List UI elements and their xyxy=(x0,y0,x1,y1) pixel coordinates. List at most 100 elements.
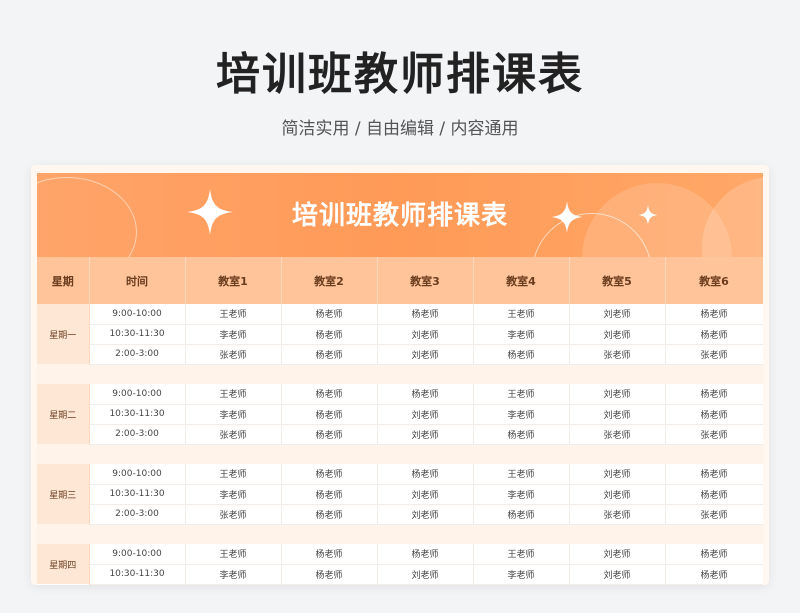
teacher-cell[interactable]: 张老师 xyxy=(665,344,763,365)
teacher-cell[interactable]: 王老师 xyxy=(473,384,570,405)
teacher-cell[interactable]: 张老师 xyxy=(185,344,282,365)
table-row: 10:30-11:30 李老师 杨老师 刘老师 李老师 刘老师 杨老师 xyxy=(37,484,763,505)
teacher-cell[interactable]: 张老师 xyxy=(185,504,282,525)
table-row: 2:00-3:00 张老师 杨老师 刘老师 杨老师 张老师 张老师 xyxy=(37,504,763,525)
time-cell[interactable]: 2:00-3:00 xyxy=(89,344,186,365)
teacher-cell[interactable]: 王老师 xyxy=(185,544,282,565)
teacher-cell[interactable]: 杨老师 xyxy=(281,424,378,445)
teacher-cell[interactable]: 杨老师 xyxy=(281,504,378,525)
time-cell[interactable]: 10:30-11:30 xyxy=(89,404,186,425)
separator-cell xyxy=(37,364,763,384)
teacher-cell[interactable]: 杨老师 xyxy=(665,544,763,565)
teacher-cell[interactable]: 张老师 xyxy=(569,504,666,525)
teacher-cell[interactable]: 杨老师 xyxy=(281,484,378,505)
time-cell[interactable]: 9:00-10:00 xyxy=(89,464,186,485)
teacher-cell[interactable]: 张老师 xyxy=(665,424,763,445)
time-cell[interactable]: 10:30-11:30 xyxy=(89,484,186,505)
time-cell[interactable]: 9:00-10:00 xyxy=(89,544,186,565)
schedule-table-viewport: 星期 时间 教室1 教室2 教室3 教室4 教室5 教室6 星期一 9:00-10… xyxy=(37,257,763,585)
page-title: 培训班教师排课表 xyxy=(216,49,584,100)
teacher-cell[interactable]: 李老师 xyxy=(473,404,570,425)
table-row: 星期一 9:00-10:00 王老师 杨老师 杨老师 王老师 刘老师 杨老师 xyxy=(37,304,763,364)
teacher-cell[interactable]: 王老师 xyxy=(185,384,282,405)
table-row: 10:30-11:30 李老师 杨老师 刘老师 李老师 刘老师 杨老师 xyxy=(37,564,763,585)
teacher-cell[interactable]: 杨老师 xyxy=(665,464,763,485)
header-row: 星期 时间 教室1 教室2 教室3 教室4 教室5 教室6 xyxy=(37,257,763,304)
teacher-cell[interactable]: 刘老师 xyxy=(377,504,474,525)
teacher-cell[interactable]: 杨老师 xyxy=(473,504,570,525)
teacher-cell[interactable]: 张老师 xyxy=(569,344,666,365)
separator-cell xyxy=(37,524,763,544)
teacher-cell[interactable]: 杨老师 xyxy=(665,404,763,425)
teacher-cell[interactable]: 张老师 xyxy=(569,424,666,445)
teacher-cell[interactable]: 杨老师 xyxy=(281,564,378,585)
header-cell: 教室6 xyxy=(665,257,763,304)
teacher-cell[interactable]: 刘老师 xyxy=(377,404,474,425)
teacher-cell[interactable]: 刘老师 xyxy=(569,464,666,485)
teacher-cell[interactable]: 杨老师 xyxy=(281,384,378,405)
teacher-cell[interactable]: 杨老师 xyxy=(281,544,378,565)
teacher-cell[interactable]: 刘老师 xyxy=(569,324,666,345)
header-cell: 教室2 xyxy=(281,257,378,304)
teacher-cell[interactable]: 张老师 xyxy=(665,504,763,525)
teacher-cell[interactable]: 杨老师 xyxy=(473,344,570,365)
teacher-cell[interactable]: 王老师 xyxy=(473,544,570,565)
teacher-cell[interactable]: 李老师 xyxy=(473,324,570,345)
teacher-cell[interactable]: 刘老师 xyxy=(377,324,474,345)
separator-cell xyxy=(37,444,763,464)
teacher-cell[interactable]: 杨老师 xyxy=(377,544,474,565)
teacher-cell[interactable]: 刘老师 xyxy=(569,484,666,505)
teacher-cell[interactable]: 杨老师 xyxy=(473,424,570,445)
teacher-cell[interactable]: 杨老师 xyxy=(665,564,763,585)
teacher-cell[interactable]: 刘老师 xyxy=(377,344,474,365)
teacher-cell[interactable]: 刘老师 xyxy=(569,544,666,565)
teacher-cell[interactable]: 王老师 xyxy=(473,464,570,485)
time-cell[interactable]: 9:00-10:00 xyxy=(89,304,186,325)
teacher-cell[interactable]: 杨老师 xyxy=(281,324,378,345)
teacher-cell[interactable]: 李老师 xyxy=(473,564,570,585)
teacher-cell[interactable]: 李老师 xyxy=(473,484,570,505)
teacher-cell[interactable]: 李老师 xyxy=(185,404,282,425)
time-cell[interactable]: 9:00-10:00 xyxy=(89,384,186,405)
teacher-cell[interactable]: 杨老师 xyxy=(377,384,474,405)
banner-title: 培训班教师排课表 xyxy=(291,201,508,231)
teacher-cell[interactable]: 王老师 xyxy=(185,304,282,325)
teacher-cell[interactable]: 杨老师 xyxy=(377,464,474,485)
teacher-cell[interactable]: 刘老师 xyxy=(569,384,666,405)
teacher-cell[interactable]: 杨老师 xyxy=(281,304,378,325)
time-cell[interactable]: 10:30-11:30 xyxy=(89,324,186,345)
table-row: 10:30-11:30 李老师 杨老师 刘老师 李老师 刘老师 杨老师 xyxy=(37,404,763,425)
teacher-cell[interactable]: 刘老师 xyxy=(377,484,474,505)
time-cell[interactable]: 10:30-11:30 xyxy=(89,564,186,585)
teacher-cell[interactable]: 刘老师 xyxy=(569,304,666,325)
teacher-cell[interactable]: 刘老师 xyxy=(569,404,666,425)
teacher-cell[interactable]: 张老师 xyxy=(185,424,282,445)
day-separator xyxy=(37,364,763,384)
teacher-cell[interactable]: 杨老师 xyxy=(665,484,763,505)
teacher-cell[interactable]: 杨老师 xyxy=(281,464,378,485)
teacher-cell[interactable]: 杨老师 xyxy=(281,344,378,365)
teacher-cell[interactable]: 杨老师 xyxy=(665,304,763,325)
time-cell[interactable]: 2:00-3:00 xyxy=(89,424,186,445)
day-separator xyxy=(37,444,763,464)
teacher-cell[interactable]: 李老师 xyxy=(185,564,282,585)
teacher-cell[interactable]: 王老师 xyxy=(473,304,570,325)
header-cell: 教室5 xyxy=(569,257,666,304)
table-row: 2:00-3:00 张老师 杨老师 刘老师 杨老师 张老师 张老师 xyxy=(37,344,763,365)
teacher-cell[interactable]: 刘老师 xyxy=(377,564,474,585)
schedule-body: 星期一 9:00-10:00 王老师 杨老师 杨老师 王老师 刘老师 杨老师 10:30-11:… xyxy=(37,304,763,585)
time-cell[interactable]: 2:00-3:00 xyxy=(89,504,186,525)
teacher-cell[interactable]: 王老师 xyxy=(185,464,282,485)
teacher-cell[interactable]: 刘老师 xyxy=(377,424,474,445)
page-subtitle: 简洁实用 / 自由编辑 / 内容通用 xyxy=(281,119,519,139)
teacher-cell[interactable]: 李老师 xyxy=(185,484,282,505)
day-cell: 星期二 xyxy=(37,384,90,444)
schedule-card: 培训班教师排课表 星期 时间 教室1 教室2 教室3 教室4 教室5 教室6 星… xyxy=(31,165,769,585)
header-cell: 教室4 xyxy=(473,257,570,304)
teacher-cell[interactable]: 杨老师 xyxy=(281,404,378,425)
teacher-cell[interactable]: 杨老师 xyxy=(665,324,763,345)
teacher-cell[interactable]: 李老师 xyxy=(185,324,282,345)
teacher-cell[interactable]: 杨老师 xyxy=(377,304,474,325)
teacher-cell[interactable]: 刘老师 xyxy=(569,564,666,585)
teacher-cell[interactable]: 杨老师 xyxy=(665,384,763,405)
